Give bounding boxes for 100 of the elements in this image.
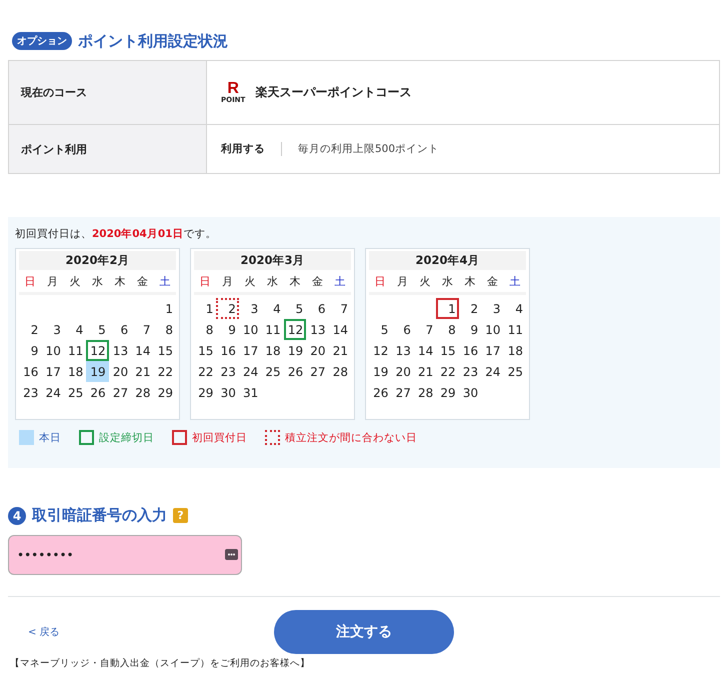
weekday-label: 土 bbox=[158, 274, 172, 288]
weekday-label: 月 bbox=[221, 274, 234, 288]
section-title: 取引暗証番号の入力 bbox=[32, 506, 167, 525]
weekday-label: 月 bbox=[396, 274, 410, 288]
first-purchase-note: 初回買付日は、2020年04月01日です。 bbox=[15, 227, 218, 241]
weekday-label: 日 bbox=[374, 274, 387, 288]
pin-input-field[interactable]: •••••••• bbox=[8, 535, 242, 575]
legend-swatch-icon bbox=[265, 430, 280, 445]
calendar-day: 14 bbox=[328, 319, 351, 340]
calendar-day: 13 bbox=[306, 319, 329, 340]
calendar-day: 21 bbox=[328, 340, 351, 361]
calendar-day: 24 bbox=[481, 361, 504, 382]
calendar-day: 10 bbox=[41, 340, 64, 361]
calendar-day: 30 bbox=[458, 382, 482, 403]
calendar-day: 12 bbox=[369, 340, 392, 361]
weekday-label: 土 bbox=[508, 274, 522, 288]
month-title: 2020年4月 bbox=[369, 251, 526, 270]
calendar-day: 28 bbox=[414, 382, 436, 403]
calendar-day: 25 bbox=[64, 382, 86, 403]
calendar-day: 8 bbox=[436, 319, 459, 340]
calendar-day: 4 bbox=[504, 298, 526, 319]
calendar-day: 17 bbox=[238, 340, 262, 361]
calendar-day: 31 bbox=[238, 382, 262, 403]
calendar-day: 11 bbox=[504, 319, 526, 340]
calendar-day: 22 bbox=[436, 361, 459, 382]
table-header-cell: 現在のコース bbox=[9, 61, 207, 124]
calendar-day: 11 bbox=[261, 319, 284, 340]
calendar-day: 19 bbox=[86, 361, 109, 382]
weekday-label: 土 bbox=[333, 274, 346, 288]
legend-label: 本日 bbox=[39, 430, 61, 444]
calendar-day: 7 bbox=[131, 319, 154, 340]
calendar-day: 13 bbox=[108, 340, 132, 361]
calendar-day: 22 bbox=[194, 361, 216, 382]
calendar-day: 2 bbox=[216, 298, 239, 319]
calendar-day: 4 bbox=[261, 298, 284, 319]
keyboard-icon[interactable] bbox=[225, 549, 238, 560]
legend-label: 積立注文が間に合わない日 bbox=[285, 430, 417, 444]
calendar-day: 6 bbox=[391, 319, 414, 340]
calendar-day: 28 bbox=[328, 361, 351, 382]
legend-swatch-icon bbox=[79, 430, 94, 445]
course-name: 楽天スーパーポイントコース bbox=[255, 84, 412, 101]
calendar-day: 21 bbox=[131, 361, 154, 382]
calendar-day: 26 bbox=[369, 382, 392, 403]
calendar-day: 14 bbox=[414, 340, 436, 361]
weekday-label: 月 bbox=[46, 274, 60, 288]
calendar-day: 9 bbox=[216, 319, 239, 340]
calendar-day: 15 bbox=[436, 340, 459, 361]
month-title: 2020年2月 bbox=[19, 251, 176, 270]
calendar-day: 27 bbox=[306, 361, 329, 382]
calendar-day: 28 bbox=[131, 382, 154, 403]
calendar-day: 21 bbox=[414, 361, 436, 382]
weekday-label: 水 bbox=[90, 274, 104, 288]
calendar-day: 27 bbox=[108, 382, 132, 403]
calendar-day: 19 bbox=[369, 361, 392, 382]
calendar-day: 1 bbox=[154, 298, 176, 319]
calendar-day: 29 bbox=[194, 382, 216, 403]
calendar-day: 1 bbox=[194, 298, 216, 319]
calendar-day: 13 bbox=[391, 340, 414, 361]
calendar-day: 14 bbox=[131, 340, 154, 361]
back-link[interactable]: < 戻る bbox=[28, 625, 274, 639]
calendar-day: 24 bbox=[238, 361, 262, 382]
calendar-day: 3 bbox=[41, 319, 64, 340]
calendar-day: 3 bbox=[238, 298, 262, 319]
calendar-day: 29 bbox=[154, 382, 176, 403]
table-header-cell: ポイント利用 bbox=[9, 125, 207, 173]
calendar-day: 26 bbox=[86, 382, 109, 403]
calendar-day: 26 bbox=[284, 361, 306, 382]
calendar-day: 16 bbox=[458, 340, 482, 361]
calendar-day: 15 bbox=[154, 340, 176, 361]
calendar-day: 12 bbox=[284, 319, 306, 340]
calendar-day: 5 bbox=[86, 319, 109, 340]
calendar-day: 8 bbox=[154, 319, 176, 340]
calendar-day: 12 bbox=[86, 340, 109, 361]
calendar-day: 30 bbox=[216, 382, 239, 403]
sweep-notice-link[interactable]: 【マネーブリッジ・自動入出金（スイープ）をご利用のお客様へ】 bbox=[10, 657, 728, 670]
calendar-day: 17 bbox=[41, 361, 64, 382]
calendar-day: 15 bbox=[194, 340, 216, 361]
calendar-day: 23 bbox=[458, 361, 482, 382]
calendar-day: 27 bbox=[391, 382, 414, 403]
legend-swatch-icon bbox=[172, 430, 187, 445]
calendar-day: 8 bbox=[194, 319, 216, 340]
calendar-day: 20 bbox=[391, 361, 414, 382]
weekday-label: 火 bbox=[244, 274, 257, 288]
weekday-label: 金 bbox=[136, 274, 149, 288]
calendar-day: 2 bbox=[19, 319, 42, 340]
calendar-day: 16 bbox=[216, 340, 239, 361]
calendar-day: 7 bbox=[414, 319, 436, 340]
weekday-label: 木 bbox=[113, 274, 126, 288]
calendar-day: 19 bbox=[284, 340, 306, 361]
weekday-label: 水 bbox=[440, 274, 454, 288]
weekday-label: 火 bbox=[68, 274, 82, 288]
step-number-badge: 4 bbox=[8, 506, 26, 524]
weekday-label: 日 bbox=[24, 274, 37, 288]
calendar-day: 18 bbox=[261, 340, 284, 361]
calendar-day: 22 bbox=[154, 361, 176, 382]
calendar-day: 11 bbox=[64, 340, 86, 361]
legend-swatch-icon bbox=[19, 430, 34, 445]
calendar-day: 16 bbox=[19, 361, 42, 382]
calendar-day: 23 bbox=[216, 361, 239, 382]
submit-order-button[interactable]: 注文する bbox=[274, 610, 454, 654]
